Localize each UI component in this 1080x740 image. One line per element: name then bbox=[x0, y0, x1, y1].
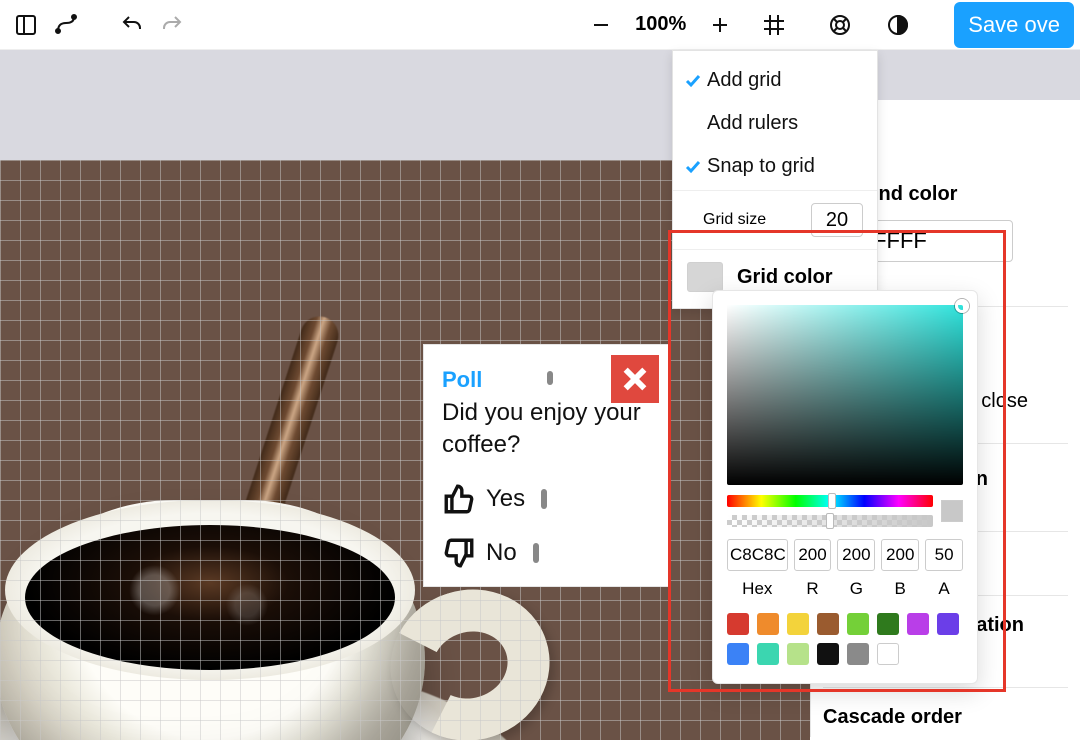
preset-swatch[interactable] bbox=[757, 643, 779, 665]
preset-swatch[interactable] bbox=[817, 613, 839, 635]
poll-yes-label: Yes bbox=[486, 485, 525, 513]
color-field[interactable] bbox=[727, 305, 963, 485]
zoom-controls: 100% bbox=[581, 5, 794, 45]
poll-option-yes[interactable]: Yes bbox=[442, 482, 653, 516]
poll-no-label: No bbox=[486, 539, 517, 567]
grid-menu: Add grid Add rulers Snap to grid Grid si… bbox=[672, 50, 878, 309]
grid-color-swatch[interactable] bbox=[687, 262, 723, 292]
undo-icon[interactable] bbox=[112, 5, 152, 45]
hue-slider[interactable] bbox=[727, 495, 933, 507]
preset-swatch[interactable] bbox=[787, 643, 809, 665]
preset-colors bbox=[727, 613, 963, 665]
thumbs-up-icon bbox=[442, 482, 476, 516]
panel-left-icon[interactable] bbox=[6, 5, 46, 45]
grid-size-input[interactable] bbox=[811, 203, 863, 237]
menu-label: Add grid bbox=[707, 69, 782, 92]
redo-icon[interactable] bbox=[152, 5, 192, 45]
curve-icon[interactable] bbox=[46, 5, 86, 45]
menu-item-add-rulers[interactable]: Add rulers bbox=[673, 102, 877, 145]
preset-swatch[interactable] bbox=[907, 613, 929, 635]
color-cursor[interactable] bbox=[955, 299, 969, 313]
r-label: R bbox=[806, 579, 818, 599]
cascade-order-label: Cascade order bbox=[823, 706, 1068, 729]
preset-swatch[interactable] bbox=[727, 643, 749, 665]
a-label: A bbox=[938, 579, 949, 599]
g-label: G bbox=[850, 579, 863, 599]
preset-swatch[interactable] bbox=[937, 613, 959, 635]
menu-label: Snap to grid bbox=[707, 155, 815, 178]
save-button[interactable]: Save ove bbox=[954, 2, 1074, 48]
grid-color-label: Grid color bbox=[737, 266, 833, 289]
grid-size-row: Grid size bbox=[673, 193, 877, 247]
help-icon[interactable] bbox=[820, 5, 860, 45]
grid-size-label: Grid size bbox=[703, 211, 766, 229]
color-picker: Hex R G B A bbox=[712, 290, 978, 684]
preset-swatch[interactable] bbox=[877, 613, 899, 635]
alpha-slider[interactable] bbox=[727, 515, 933, 527]
a-input[interactable] bbox=[925, 539, 963, 571]
current-color-swatch bbox=[941, 500, 963, 522]
zoom-in-icon[interactable] bbox=[700, 5, 740, 45]
g-input[interactable] bbox=[837, 539, 875, 571]
grid-toggle-icon[interactable] bbox=[754, 5, 794, 45]
slider-thumb[interactable] bbox=[828, 493, 836, 509]
preset-swatch[interactable] bbox=[877, 643, 899, 665]
toolbar: 100% Save ove bbox=[0, 0, 1080, 50]
poll-question: Did you enjoy your coffee? bbox=[442, 397, 653, 462]
poll-option-no[interactable]: No bbox=[442, 536, 653, 570]
handle-icon bbox=[547, 371, 553, 385]
preset-swatch[interactable] bbox=[847, 643, 869, 665]
handle-icon bbox=[533, 543, 539, 563]
menu-item-add-grid[interactable]: Add grid bbox=[673, 59, 877, 102]
check-icon bbox=[685, 73, 701, 89]
preset-swatch[interactable] bbox=[787, 613, 809, 635]
hex-label: Hex bbox=[742, 579, 772, 599]
b-label: B bbox=[895, 579, 906, 599]
zoom-level: 100% bbox=[635, 13, 686, 36]
zoom-out-icon[interactable] bbox=[581, 5, 621, 45]
contrast-icon[interactable] bbox=[878, 5, 918, 45]
thumbs-down-icon bbox=[442, 536, 476, 570]
handle-icon bbox=[541, 489, 547, 509]
b-input[interactable] bbox=[881, 539, 919, 571]
poll-title: Poll bbox=[442, 367, 482, 392]
poll-close-button[interactable] bbox=[611, 355, 659, 403]
preset-swatch[interactable] bbox=[847, 613, 869, 635]
preset-swatch[interactable] bbox=[817, 643, 839, 665]
poll-card[interactable]: Poll Did you enjoy your coffee? Yes No bbox=[424, 345, 669, 586]
check-icon bbox=[685, 159, 701, 175]
menu-label: Add rulers bbox=[707, 112, 798, 135]
toolbar-right: Save ove bbox=[820, 2, 1074, 48]
preset-swatch[interactable] bbox=[727, 613, 749, 635]
menu-item-snap-to-grid[interactable]: Snap to grid bbox=[673, 145, 877, 188]
preset-swatch[interactable] bbox=[757, 613, 779, 635]
slider-thumb[interactable] bbox=[826, 513, 834, 529]
r-input[interactable] bbox=[794, 539, 832, 571]
hex-input[interactable] bbox=[727, 539, 788, 571]
